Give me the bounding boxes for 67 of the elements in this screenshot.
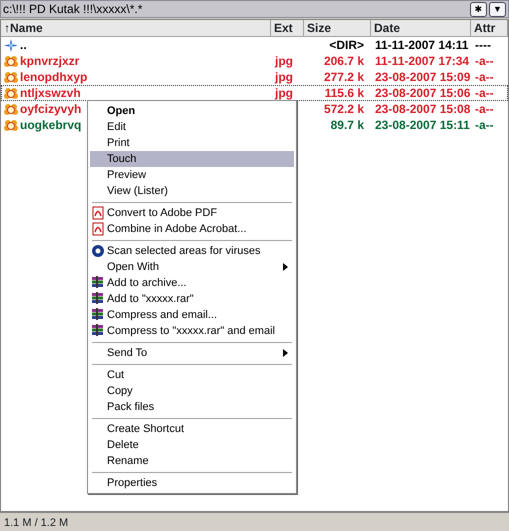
file-extension: jpg	[275, 70, 293, 84]
file-size: 572.2 k	[324, 102, 364, 116]
up-folder-icon	[4, 38, 18, 52]
menu-item[interactable]: Compress to "xxxxx.rar" and email	[90, 323, 294, 339]
file-attributes: -a--	[475, 102, 494, 116]
file-attributes: -a--	[475, 86, 494, 100]
file-date: 23-08-2007 15:06	[375, 86, 470, 100]
menu-item[interactable]: Touch	[90, 151, 294, 167]
menu-item[interactable]: Copy	[90, 383, 294, 399]
menu-item[interactable]: Properties	[90, 475, 294, 491]
menu-item[interactable]: Scan selected areas for viruses	[90, 243, 294, 259]
file-extension: jpg	[275, 86, 293, 100]
submenu-arrow-icon	[283, 349, 288, 357]
file-name[interactable]: kpnvrzjxzr	[20, 54, 80, 68]
file-date: 11-11-2007 17:34	[375, 54, 470, 68]
file-attributes: -a--	[475, 118, 494, 132]
file-name[interactable]: oyfcizyvyh	[20, 102, 82, 116]
menu-item[interactable]: Print	[90, 135, 294, 151]
menu-item[interactable]: Compress and email...	[90, 307, 294, 323]
file-size: 206.7 k	[324, 54, 364, 68]
flower-icon	[4, 102, 18, 116]
file-name[interactable]: lenopdhxyp	[20, 70, 88, 84]
flower-icon	[4, 54, 18, 68]
file-extension: jpg	[275, 54, 293, 68]
column-header[interactable]: Date	[371, 20, 471, 37]
column-header[interactable]: Attr	[471, 20, 508, 37]
favorites-button[interactable]: ✱	[470, 2, 487, 16]
column-header[interactable]: Ext	[271, 20, 304, 37]
flower-icon	[4, 70, 18, 84]
menu-item[interactable]: Open With	[90, 259, 294, 275]
file-date: 23-08-2007 15:09	[375, 70, 470, 84]
submenu-arrow-icon	[283, 263, 288, 271]
menu-item[interactable]: Create Shortcut	[90, 421, 294, 437]
menu-item[interactable]: Pack files	[90, 399, 294, 415]
menu-item[interactable]: Combine in Adobe Acrobat...	[90, 221, 294, 237]
menu-item[interactable]: Add to "xxxxx.rar"	[90, 291, 294, 307]
path-text: c:\!!! PD Kutak !!!\xxxxx\*.*	[3, 1, 144, 18]
file-size: 89.7 k	[330, 118, 364, 132]
menu-item[interactable]: Edit	[90, 119, 294, 135]
file-date: 23-08-2007 15:11	[375, 118, 470, 132]
file-attributes: -a--	[475, 54, 494, 68]
menu-item[interactable]: Rename	[90, 453, 294, 469]
file-name[interactable]: uogkebrvq	[20, 118, 82, 132]
file-size: 277.2 k	[324, 70, 364, 84]
menu-item[interactable]: Add to archive...	[90, 275, 294, 291]
menu-item[interactable]: Cut	[90, 367, 294, 383]
menu-item[interactable]: Convert to Adobe PDF	[90, 205, 294, 221]
menu-item[interactable]: Open	[90, 103, 294, 119]
flower-icon	[4, 118, 18, 132]
file-size: <DIR>	[329, 38, 364, 52]
column-header[interactable]: ↑Name	[1, 20, 271, 37]
file-name[interactable]: ..	[20, 38, 27, 52]
antivirus-icon	[91, 244, 107, 258]
column-header[interactable]: Size	[304, 20, 371, 37]
file-attributes: ----	[475, 38, 491, 52]
menu-item[interactable]: Delete	[90, 437, 294, 453]
file-size: 115.6 k	[324, 86, 364, 100]
flower-icon	[4, 86, 18, 100]
menu-item[interactable]: Preview	[90, 167, 294, 183]
file-date: 11-11-2007 14:11	[375, 38, 468, 52]
status-text: 1.1 M / 1.2 M	[3, 516, 70, 531]
file-attributes: -a--	[475, 70, 494, 84]
file-name[interactable]: ntljxswzvh	[20, 86, 81, 100]
dropdown-button[interactable]: ▼	[489, 2, 506, 16]
menu-item[interactable]: View (Lister)	[90, 183, 294, 199]
menu-item[interactable]: Send To	[90, 345, 294, 361]
file-date: 23-08-2007 15:08	[375, 102, 470, 116]
